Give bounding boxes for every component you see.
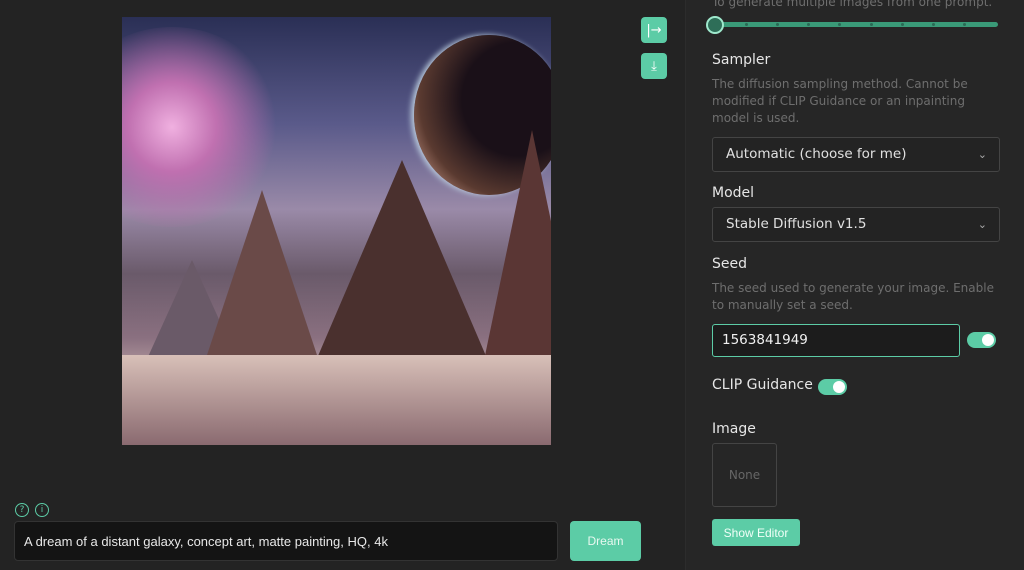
sampler-select[interactable]: Automatic (choose for me) ⌄ [712, 137, 1000, 172]
prompt-input[interactable] [14, 521, 558, 561]
model-select[interactable]: Stable Diffusion v1.5 ⌄ [712, 207, 1000, 242]
sampler-label: Sampler [712, 52, 771, 68]
info-icon[interactable]: i [35, 503, 49, 517]
download-button[interactable]: ⤓ [641, 53, 667, 79]
sampler-value: Automatic (choose for me) [726, 146, 907, 162]
slider-thumb[interactable] [706, 16, 724, 34]
chevron-down-icon: ⌄ [977, 148, 987, 161]
show-editor-button[interactable]: Show Editor [712, 519, 800, 546]
images-slider[interactable] [714, 22, 998, 27]
slider-tick [900, 23, 904, 26]
clip-guidance-label: CLIP Guidance [712, 377, 813, 393]
expand-button[interactable]: |→ [641, 17, 667, 43]
slider-tick [869, 23, 873, 26]
sampler-description: The diffusion sampling method. Cannot be… [712, 77, 968, 125]
images-description: To generate multiple images from one pro… [712, 0, 993, 9]
chevron-down-icon: ⌄ [977, 218, 987, 231]
slider-tick [745, 23, 749, 26]
seed-input[interactable]: 1563841949 [712, 324, 960, 357]
canvas-area: |→ ⤓ ? i Dream [0, 0, 685, 570]
download-icon: ⤓ [651, 58, 657, 74]
mountain [482, 130, 551, 370]
slider-tick [776, 23, 780, 26]
slider-tick [838, 23, 842, 26]
model-label: Model [712, 185, 755, 201]
expand-arrow-icon: |→ [646, 22, 662, 38]
seed-description: The seed used to generate your image. En… [712, 281, 994, 312]
image-value: None [728, 468, 761, 482]
mountain [202, 190, 322, 370]
seed-label: Seed [712, 256, 747, 272]
question-icon[interactable]: ? [15, 503, 29, 517]
clip-guidance-toggle[interactable] [818, 379, 847, 395]
dream-button[interactable]: Dream [570, 521, 641, 561]
slider-tick [931, 23, 935, 26]
seed-toggle[interactable] [967, 332, 996, 348]
image-label: Image [712, 421, 756, 437]
slider-tick [807, 23, 811, 26]
generated-image[interactable] [122, 17, 551, 445]
desert-ground [122, 355, 551, 445]
mountain [312, 160, 492, 370]
image-dropzone[interactable]: None [712, 443, 777, 507]
model-value: Stable Diffusion v1.5 [726, 216, 867, 232]
slider-tick [962, 23, 966, 26]
